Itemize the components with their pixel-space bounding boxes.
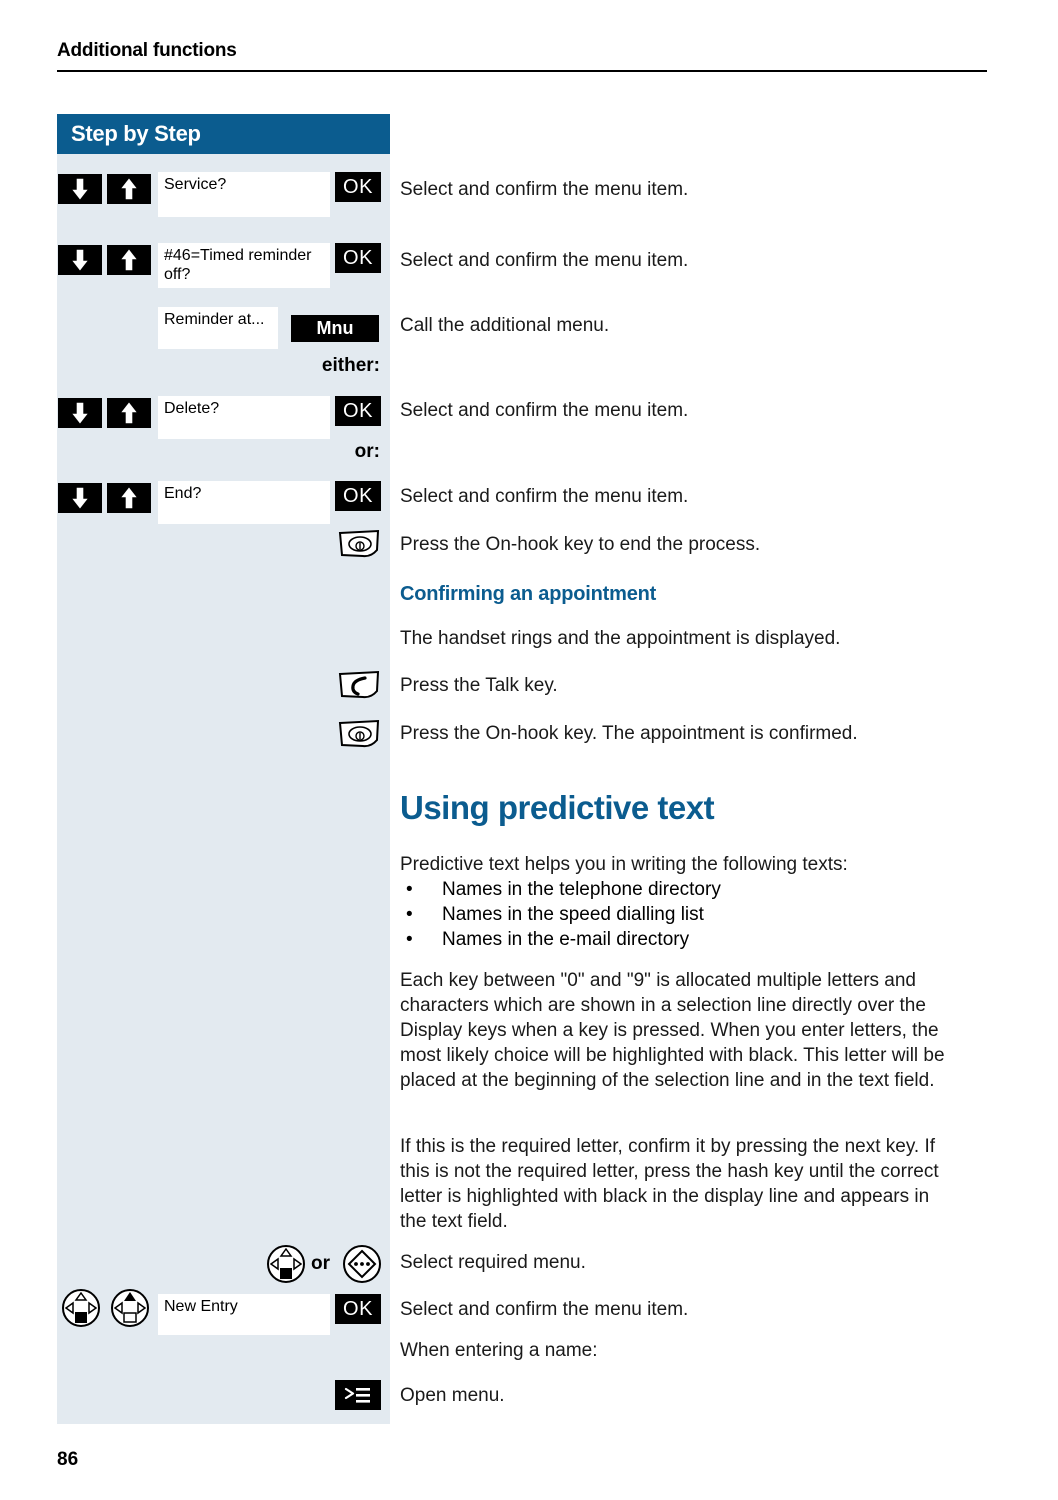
arrow-up-glyph	[121, 487, 137, 509]
display-text: #46=Timed reminder off?	[164, 247, 312, 283]
on-hook-key-glyph	[338, 719, 380, 748]
display-field-service: Service?	[158, 172, 330, 217]
running-title: Additional functions	[57, 40, 237, 61]
arrow-down-icon[interactable]	[58, 398, 102, 428]
page-header: Additional functions	[57, 40, 987, 72]
talk-key-icon[interactable]	[337, 669, 381, 706]
softkey-label: Mnu	[316, 318, 354, 338]
softkey-label: OK	[343, 399, 373, 422]
instruction-select-confirm-new-entry: Select and confirm the menu item.	[400, 1299, 689, 1320]
instruction-when-entering-name: When entering a name:	[400, 1340, 598, 1361]
instruction-delete: Select and confirm the menu item.	[400, 400, 689, 421]
softkey-label: OK	[343, 484, 373, 507]
talk-key-glyph	[338, 670, 380, 699]
instruction-on-hook-end: Press the On-hook key to end the process…	[400, 534, 761, 555]
display-text: End?	[164, 485, 202, 502]
on-hook-key-icon[interactable]	[337, 718, 381, 755]
list-item-label: Names in the telephone directory	[442, 879, 721, 900]
display-text: Reminder at...	[164, 311, 265, 328]
navigation-key-glyph	[62, 1289, 100, 1327]
softkey-label: OK	[343, 175, 373, 198]
arrow-up-icon[interactable]	[107, 398, 151, 428]
display-field-new-entry: New Entry	[158, 1294, 330, 1335]
instruction-service: Select and confirm the menu item.	[400, 179, 689, 200]
navigation-key-up-glyph	[111, 1289, 149, 1327]
paragraph-handset-rings: The handset rings and the appointment is…	[400, 628, 841, 649]
list-item-label: Names in the e-mail directory	[442, 929, 690, 950]
open-menu-glyph	[344, 1387, 370, 1403]
on-hook-key-icon[interactable]	[337, 528, 381, 565]
list-item: • Names in the telephone directory	[400, 877, 980, 902]
display-field-reminder-at: Reminder at...	[158, 307, 278, 349]
arrow-down-glyph	[72, 402, 88, 424]
on-hook-key-glyph	[338, 529, 380, 558]
connector-or-inline: or	[311, 1253, 330, 1274]
instruction-timed-reminder: Select and confirm the menu item.	[400, 250, 689, 271]
open-menu-icon[interactable]	[335, 1380, 381, 1410]
instruction-end: Select and confirm the menu item.	[400, 486, 689, 507]
softkey-ok-timed-reminder[interactable]: OK	[335, 243, 381, 273]
instruction-open-menu: Open menu.	[400, 1385, 505, 1406]
navigation-key-icon[interactable]	[266, 1244, 306, 1289]
connector-either: either:	[321, 355, 380, 376]
connector-or: or:	[354, 441, 380, 462]
predictive-text-bullet-list: • Names in the telephone directory • Nam…	[400, 877, 980, 952]
list-item-label: Names in the speed dialling list	[442, 904, 704, 925]
navigation-key-alt-glyph	[343, 1245, 381, 1283]
arrow-up-icon[interactable]	[107, 245, 151, 275]
display-text: Service?	[164, 176, 227, 193]
list-item: • Names in the speed dialling list	[400, 902, 980, 927]
navigation-key-icon[interactable]	[61, 1288, 101, 1333]
step-by-step-header: Step by Step	[57, 114, 390, 154]
arrow-down-icon[interactable]	[58, 483, 102, 513]
arrow-up-glyph	[121, 178, 137, 200]
step-by-step-title: Step by Step	[71, 121, 201, 146]
navigation-key-alt-icon[interactable]	[342, 1244, 382, 1289]
list-item: • Names in the e-mail directory	[400, 927, 980, 952]
instruction-reminder-at: Call the additional menu.	[400, 315, 610, 336]
bullet-dot-icon: •	[406, 929, 413, 950]
instruction-talk: Press the Talk key.	[400, 675, 558, 696]
paragraph-predictive-intro: Predictive text helps you in writing the…	[400, 854, 848, 875]
display-text: Delete?	[164, 400, 220, 417]
softkey-ok-delete[interactable]: OK	[335, 396, 381, 426]
display-field-delete: Delete?	[158, 396, 330, 439]
softkey-mnu[interactable]: Mnu	[291, 315, 379, 342]
arrow-up-glyph	[121, 402, 137, 424]
bullet-dot-icon: •	[406, 879, 413, 900]
instruction-on-hook-confirm: Press the On-hook key. The appointment i…	[400, 723, 858, 744]
paragraph-key-allocation: Each key between "0" and "9" is allocate…	[400, 970, 945, 1091]
arrow-up-icon[interactable]	[107, 483, 151, 513]
softkey-ok-end[interactable]: OK	[335, 481, 381, 511]
section-heading-confirming-appointment: Confirming an appointment	[400, 583, 657, 605]
header-rule	[57, 70, 987, 72]
display-field-timed-reminder: #46=Timed reminder off?	[158, 243, 330, 288]
instruction-select-required-menu: Select required menu.	[400, 1252, 586, 1273]
arrow-down-icon[interactable]	[58, 245, 102, 275]
display-field-end: End?	[158, 481, 330, 524]
arrow-down-icon[interactable]	[58, 174, 102, 204]
softkey-ok-new-entry[interactable]: OK	[335, 1294, 381, 1324]
bullet-dot-icon: •	[406, 904, 413, 925]
chapter-heading-predictive-text: Using predictive text	[400, 789, 715, 826]
navigation-key-glyph	[267, 1245, 305, 1283]
softkey-label: OK	[343, 1297, 373, 1320]
display-text: New Entry	[164, 1298, 238, 1315]
arrow-down-glyph	[72, 487, 88, 509]
page-number: 86	[57, 1449, 79, 1470]
softkey-ok-service[interactable]: OK	[335, 172, 381, 202]
arrow-up-glyph	[121, 249, 137, 271]
paragraph-required-letter: If this is the required letter, confirm …	[400, 1136, 939, 1232]
arrow-down-glyph	[72, 178, 88, 200]
navigation-key-up-icon[interactable]	[110, 1288, 150, 1333]
softkey-label: OK	[343, 246, 373, 269]
arrow-up-icon[interactable]	[107, 174, 151, 204]
arrow-down-glyph	[72, 249, 88, 271]
